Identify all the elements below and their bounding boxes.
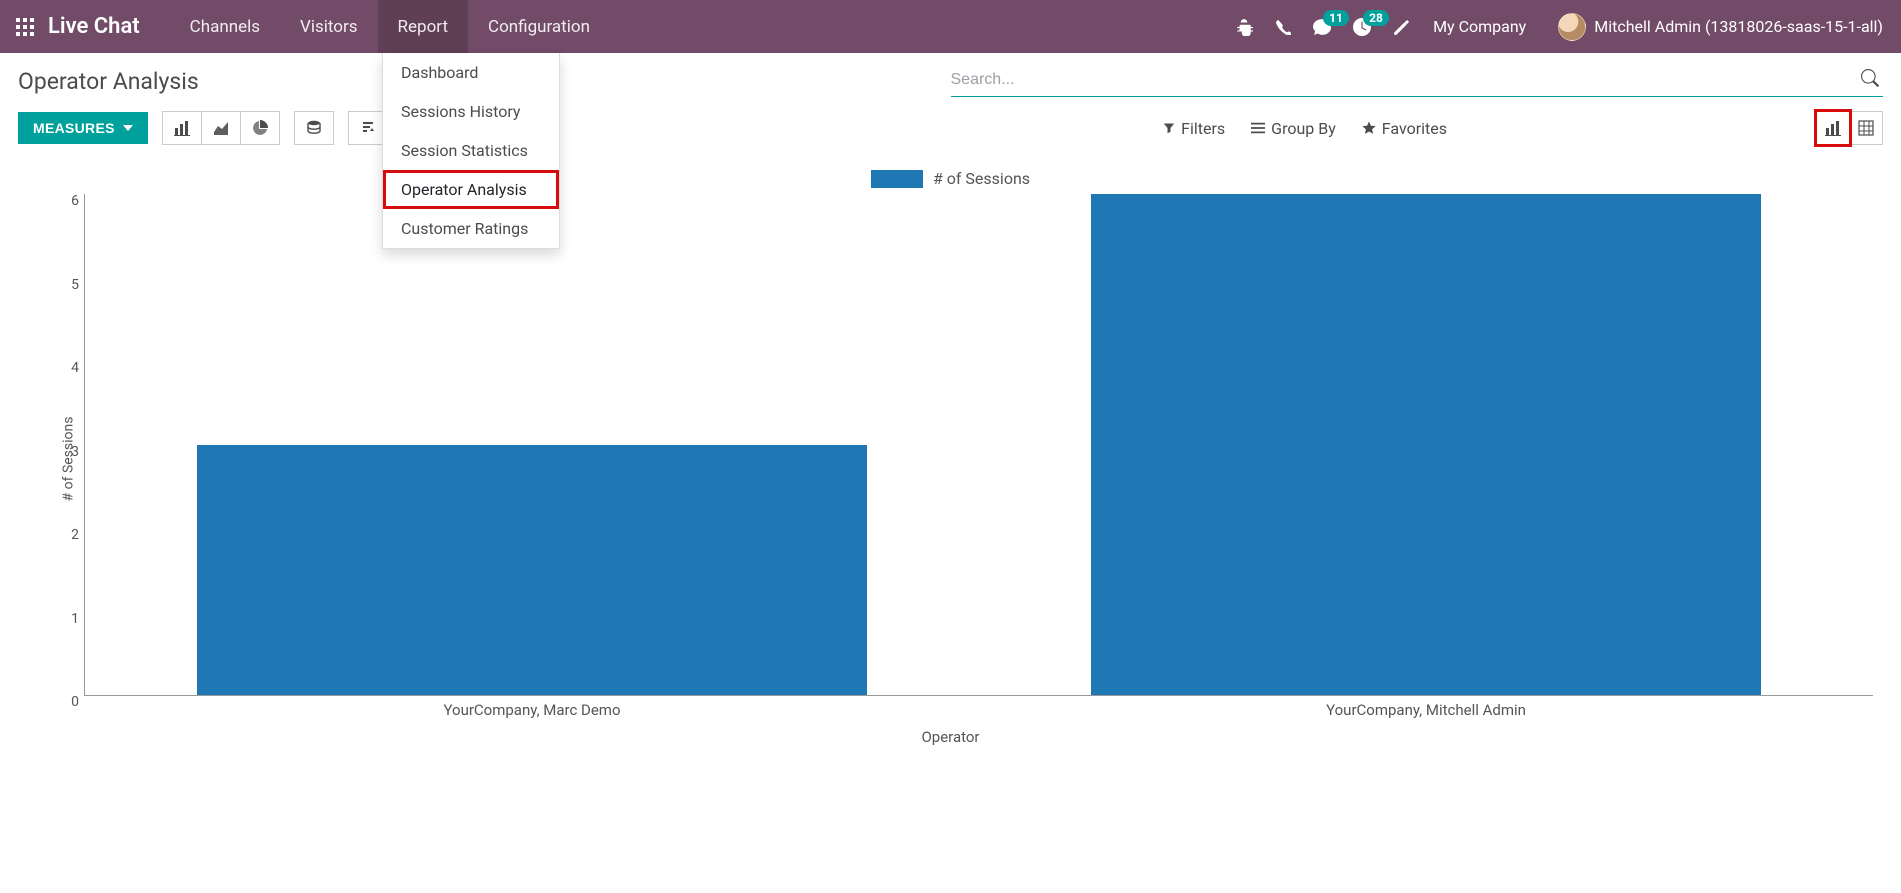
filters-label: Filters [1181, 119, 1225, 138]
dropdown-sessions-history[interactable]: Sessions History [383, 92, 559, 131]
groupby-label: Group By [1271, 119, 1336, 138]
line-chart-button[interactable] [201, 111, 241, 145]
search-bar[interactable] [951, 65, 1884, 97]
apps-icon[interactable] [10, 18, 40, 36]
groupby-button[interactable]: Group By [1251, 119, 1336, 138]
legend-swatch [871, 170, 923, 188]
messages-icon[interactable]: 11 [1313, 18, 1331, 36]
y-tick: 0 [57, 694, 79, 710]
systray: 11 28 My Company Mitchell Admin (1381802… [1235, 13, 1891, 41]
y-tick: 6 [57, 193, 79, 209]
stacked-button[interactable] [294, 111, 334, 145]
nav-configuration[interactable]: Configuration [468, 0, 610, 53]
topbar: Live Chat Channels Visitors Report Confi… [0, 0, 1901, 53]
pivot-view-button[interactable] [1849, 111, 1883, 145]
search-options: Filters Group By Favorites [1163, 119, 1447, 138]
favorites-button[interactable]: Favorites [1362, 119, 1447, 138]
dropdown-customer-ratings[interactable]: Customer Ratings [383, 209, 559, 248]
groupby-icon [1251, 122, 1265, 134]
tools-icon[interactable] [1393, 18, 1411, 36]
report-dropdown: Dashboard Sessions History Session Stati… [382, 53, 560, 249]
chart-type-buttons [162, 111, 397, 145]
company-selector[interactable]: My Company [1433, 17, 1526, 36]
plot-inner: 0123456YourCompany, Marc DemoYourCompany… [84, 194, 1873, 696]
messages-badge: 11 [1323, 10, 1349, 26]
y-tick: 1 [57, 611, 79, 627]
graph-view-button[interactable] [1816, 111, 1850, 145]
star-icon [1362, 121, 1376, 135]
app-brand[interactable]: Live Chat [48, 14, 140, 39]
caret-down-icon [123, 125, 133, 131]
nav-channels[interactable]: Channels [170, 0, 280, 53]
y-tick: 5 [57, 277, 79, 293]
filter-icon [1163, 122, 1175, 134]
user-name: Mitchell Admin (13818026-saas-15-1-all) [1594, 17, 1883, 36]
activities-icon[interactable]: 28 [1353, 18, 1371, 36]
sort-desc-icon [360, 120, 376, 136]
search-icon [1861, 69, 1879, 87]
chart-bar[interactable] [197, 445, 868, 696]
dropdown-dashboard[interactable]: Dashboard [383, 53, 559, 92]
bar-chart-button[interactable] [162, 111, 202, 145]
view-switch [1817, 111, 1883, 145]
avatar [1558, 13, 1586, 41]
chart-plot: # of Sessions 0123456YourCompany, Marc D… [62, 194, 1873, 724]
y-tick: 2 [57, 527, 79, 543]
chart-legend: # of Sessions [18, 163, 1883, 194]
stacked-icon [306, 120, 322, 136]
bug-icon[interactable] [1235, 18, 1253, 36]
pie-chart-button[interactable] [240, 111, 280, 145]
graph-view-icon [1825, 120, 1841, 136]
y-tick: 3 [57, 444, 79, 460]
user-menu[interactable]: Mitchell Admin (13818026-saas-15-1-all) [1558, 13, 1883, 41]
favorites-label: Favorites [1382, 119, 1447, 138]
dropdown-session-statistics[interactable]: Session Statistics [383, 131, 559, 170]
measures-label: MEASURES [33, 120, 115, 136]
x-tick: YourCompany, Marc Demo [443, 701, 620, 719]
pivot-view-icon [1858, 120, 1874, 136]
line-chart-icon [213, 120, 229, 136]
nav-visitors[interactable]: Visitors [280, 0, 378, 53]
x-tick: YourCompany, Mitchell Admin [1326, 701, 1526, 719]
bar-chart-icon [174, 120, 190, 136]
search-button[interactable] [1857, 65, 1883, 94]
phone-icon[interactable] [1275, 19, 1291, 35]
y-tick: 4 [57, 360, 79, 376]
search-input[interactable] [951, 71, 1858, 89]
pie-chart-icon [252, 120, 268, 136]
activities-badge: 28 [1363, 10, 1389, 26]
x-axis-label: Operator [18, 728, 1883, 746]
dropdown-operator-analysis[interactable]: Operator Analysis [383, 170, 559, 209]
legend-label: # of Sessions [933, 169, 1030, 188]
measures-button[interactable]: MEASURES [18, 112, 148, 144]
control-panel: Operator Analysis MEASURES Filters [0, 53, 1901, 145]
filters-button[interactable]: Filters [1163, 119, 1225, 138]
chart-bar[interactable] [1091, 194, 1762, 695]
chart-area: # of Sessions # of Sessions 0123456YourC… [0, 163, 1901, 746]
nav-report[interactable]: Report [378, 0, 468, 53]
